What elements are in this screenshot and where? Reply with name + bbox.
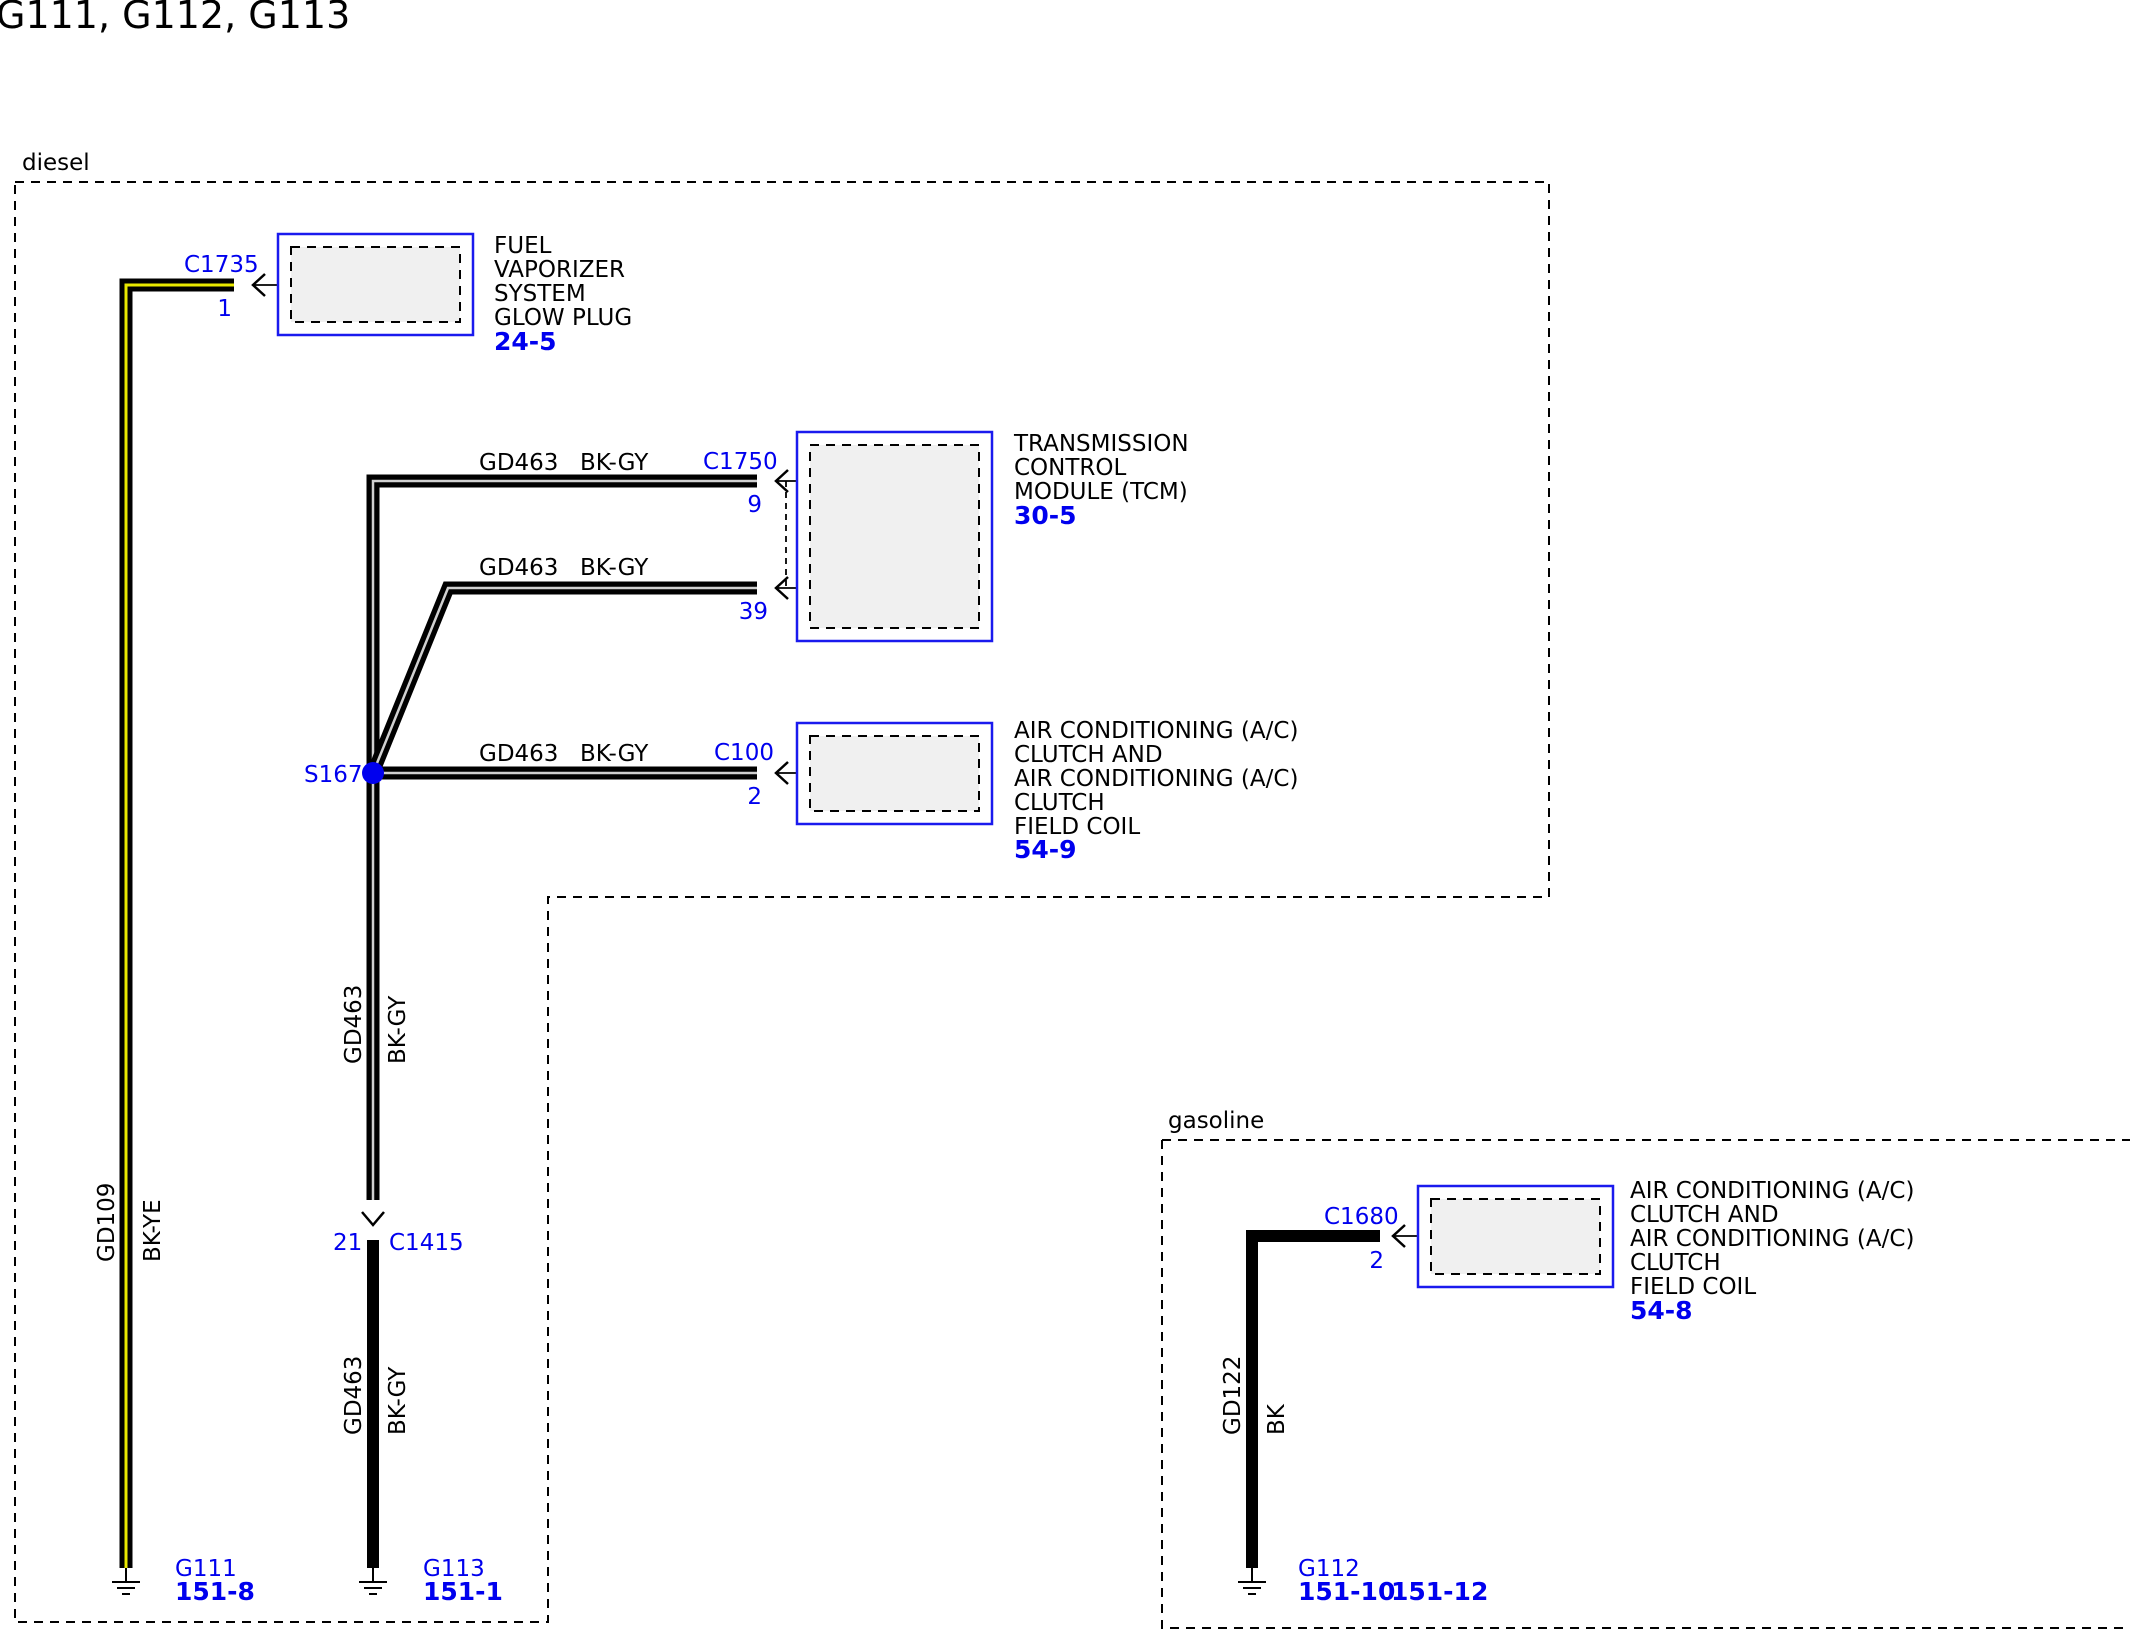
- g113-ref-link[interactable]: 151-1: [423, 1577, 503, 1606]
- wire-gd463-pin39[interactable]: [366, 581, 757, 776]
- wire-gd109-stripe: [124, 283, 234, 1568]
- wire-gd122-circuit: GD122: [1220, 1356, 1246, 1435]
- wire-gd122[interactable]: [1246, 1230, 1380, 1568]
- wire-gd109-color: BK-YE: [140, 1199, 166, 1262]
- ac-clutch-diesel-circuit: GD463 BK-GY C100 2 AIR CONDITIONING (A/C…: [373, 718, 1298, 864]
- diesel-section-outline: [14, 181, 1550, 1623]
- tcm-name-line2: CONTROL: [1014, 455, 1127, 481]
- diesel-section-label: diesel: [22, 150, 90, 176]
- wire-pin9-color: BK-GY: [580, 450, 649, 476]
- wire-c100-circuit: GD463: [479, 741, 558, 767]
- ac-clutch-diesel-component[interactable]: [795, 721, 994, 826]
- page-title: G111, G112, G113: [0, 0, 350, 37]
- ground-g111[interactable]: G111 151-8: [112, 1556, 255, 1606]
- connector-c1750: C1750: [703, 449, 778, 475]
- glow-plug-ref-link[interactable]: 24-5: [494, 327, 557, 356]
- ground-symbol-g112: [1238, 1568, 1266, 1595]
- tcm-name-line1: TRANSMISSION: [1013, 431, 1189, 457]
- wiring-diagram: G111, G112, G113 diesel gasoline C1735 1…: [0, 0, 2130, 1629]
- glow-plug-name-line3: SYSTEM: [494, 281, 586, 307]
- wire-c1415-color: BK-GY: [385, 1366, 411, 1435]
- ac-gas-name-line4: CLUTCH: [1630, 1250, 1721, 1276]
- glow-plug-name-line1: FUEL: [494, 233, 552, 259]
- ac-clutch-gasoline-component[interactable]: [1416, 1184, 1615, 1289]
- glow-plug-name-line2: VAPORIZER: [494, 257, 625, 283]
- connector-c1735: C1735: [184, 252, 259, 278]
- c1415-pin-label: 21: [333, 1230, 362, 1256]
- ac-diesel-name-line4: CLUTCH: [1014, 790, 1105, 816]
- gasoline-section-label: gasoline: [1168, 1108, 1264, 1134]
- connector-c1680: C1680: [1324, 1204, 1399, 1230]
- ac-diesel-name-line2: CLUTCH AND: [1014, 742, 1163, 768]
- ground-symbol-g111: [112, 1568, 140, 1595]
- pin-arrow-c1415: [361, 1211, 385, 1227]
- ac-diesel-name-line1: AIR CONDITIONING (A/C): [1014, 718, 1298, 744]
- splice-s167-label: S167: [304, 762, 363, 788]
- wire-c1415-circuit: GD463: [341, 1356, 367, 1435]
- ac-diesel-name-line3: AIR CONDITIONING (A/C): [1014, 766, 1298, 792]
- wire-splice-color: BK-GY: [385, 995, 411, 1064]
- wire-c100-color: BK-GY: [580, 741, 649, 767]
- g112-ref-link-1[interactable]: 151-10: [1298, 1577, 1395, 1606]
- tcm-ref-link[interactable]: 30-5: [1014, 501, 1077, 530]
- pin-39-label: 39: [739, 599, 768, 625]
- ground-g112[interactable]: G112 151-10 151-12: [1238, 1556, 1488, 1606]
- ground-g113[interactable]: G113 151-1: [359, 1556, 503, 1606]
- wire-gd109-circuit: GD109: [94, 1183, 120, 1262]
- ac-gas-name-line2: CLUTCH AND: [1630, 1202, 1779, 1228]
- pin-9-label: 9: [747, 492, 762, 518]
- tcm-component[interactable]: [795, 430, 994, 643]
- pin-2-gas-label: 2: [1369, 1248, 1384, 1274]
- wire-pin39-circuit: GD463: [479, 555, 558, 581]
- ac-gas-ref-link[interactable]: 54-8: [1630, 1296, 1693, 1325]
- ac-gas-name-line1: AIR CONDITIONING (A/C): [1630, 1178, 1914, 1204]
- splice-s167-dot[interactable]: [362, 762, 384, 784]
- pin-1-label: 1: [217, 296, 232, 322]
- g112-ref-link-2[interactable]: 151-12: [1391, 1577, 1488, 1606]
- ac-diesel-ref-link[interactable]: 54-9: [1014, 835, 1077, 864]
- glow-plug-component[interactable]: [276, 232, 475, 337]
- wire-gd122-color: BK: [1264, 1403, 1290, 1435]
- splice-s167-circuit: S167 GD463 BK-GY 21 C1415 GD463 BK-GY: [304, 762, 464, 1568]
- wire-splice-circuit: GD463: [341, 985, 367, 1064]
- wire-pin39-color: BK-GY: [580, 555, 649, 581]
- connector-c1415: C1415: [389, 1230, 464, 1256]
- ac-clutch-gasoline-circuit: C1680 2 AIR CONDITIONING (A/C) CLUTCH AN…: [1220, 1178, 1914, 1568]
- ac-gas-name-line3: AIR CONDITIONING (A/C): [1630, 1226, 1914, 1252]
- connector-c100: C100: [714, 740, 774, 766]
- wire-pin9-circuit: GD463: [479, 450, 558, 476]
- wire-gd109[interactable]: [119, 278, 234, 1568]
- ground-symbol-g113: [359, 1568, 387, 1595]
- pin-2-label: 2: [747, 784, 762, 810]
- g111-ref-link[interactable]: 151-8: [175, 1577, 255, 1606]
